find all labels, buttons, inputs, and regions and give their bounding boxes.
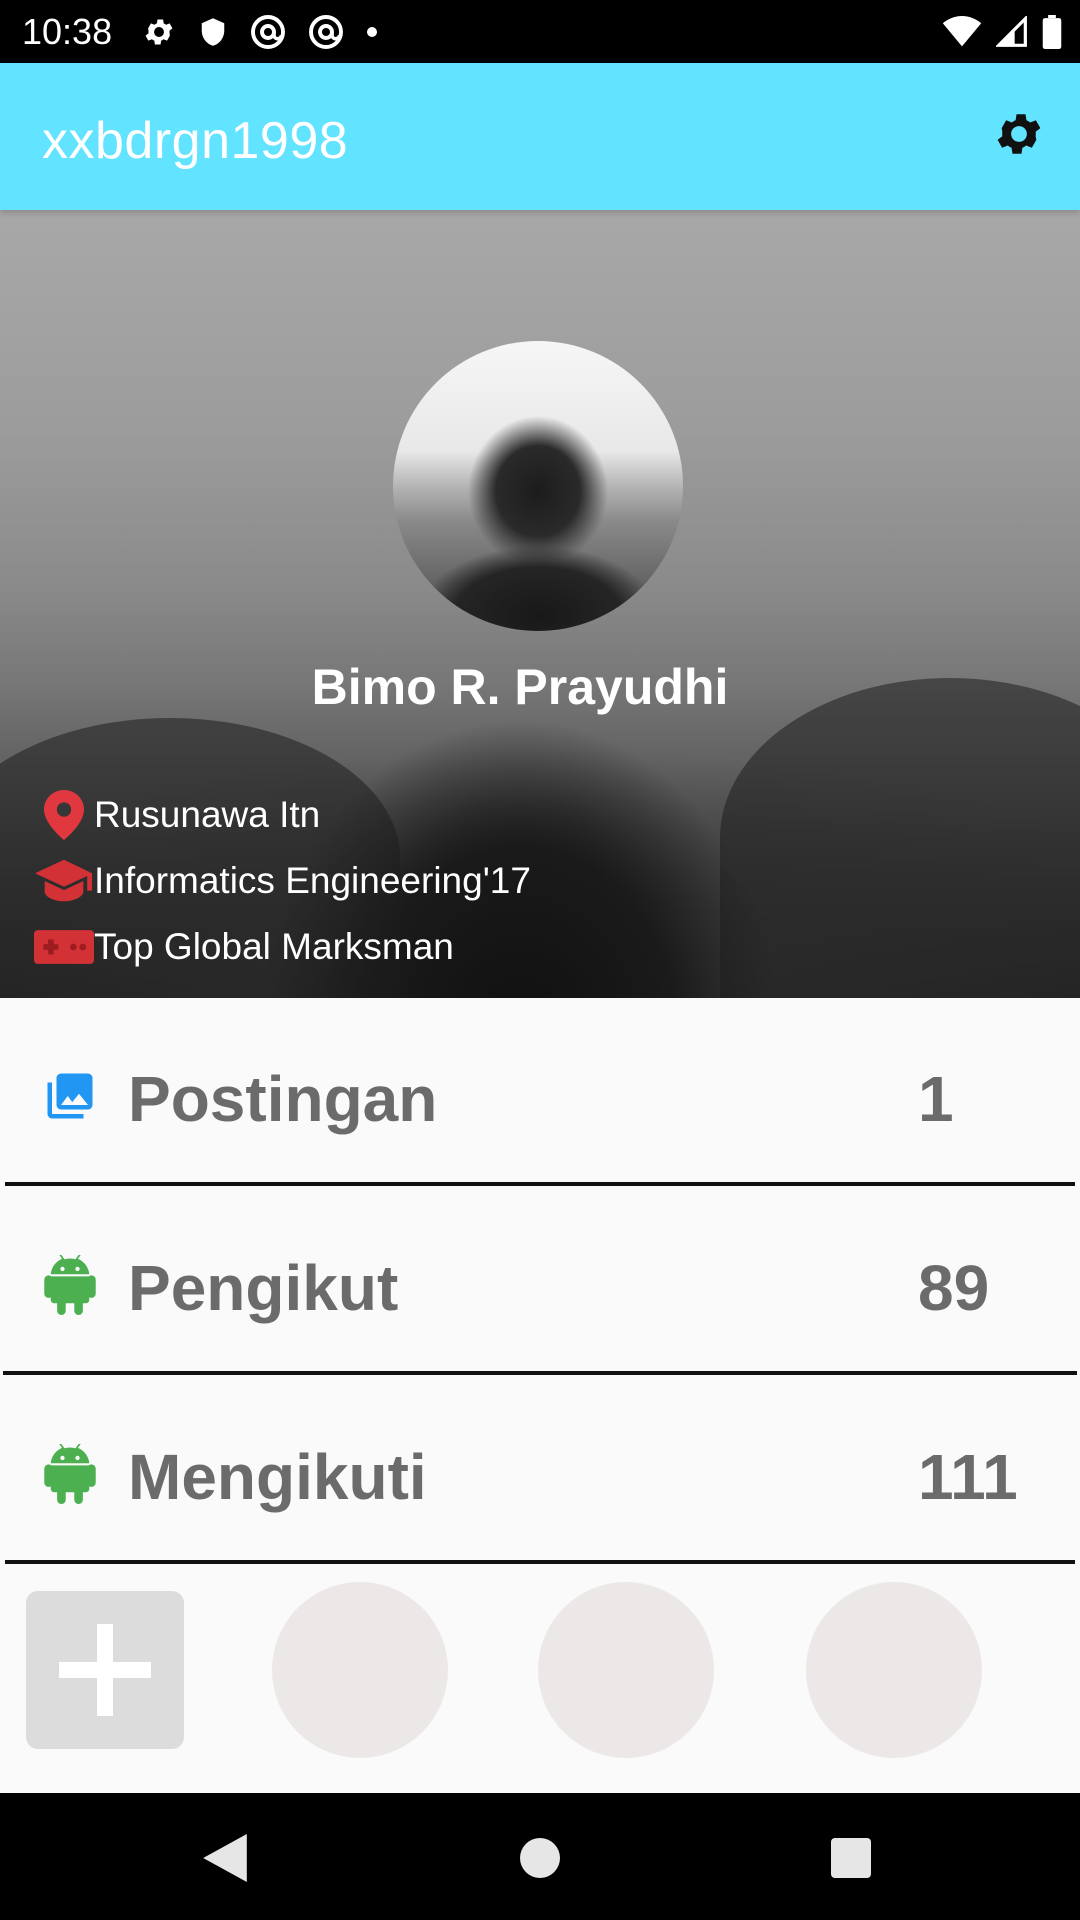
status-icons-right — [942, 13, 1062, 51]
stat-label-pengikut: Pengikut — [128, 1252, 399, 1324]
image-icon — [42, 1066, 98, 1126]
at-sign-icon — [309, 15, 343, 49]
android-icon — [42, 1444, 98, 1504]
home-icon — [520, 1838, 560, 1878]
info-education: Informatics Engineering'17 — [34, 853, 531, 909]
gamepad-icon — [34, 919, 94, 975]
location-pin-icon — [34, 787, 94, 843]
stat-row-pengikut[interactable]: Pengikut 89 — [0, 1187, 1080, 1375]
info-location-text: Rusunawa Itn — [94, 794, 321, 835]
info-location: Rusunawa Itn — [34, 787, 320, 843]
graduation-cap-icon — [34, 853, 94, 909]
stat-label-mengikuti: Mengikuti — [128, 1441, 427, 1513]
stat-value-pengikut: 89 — [918, 1252, 990, 1324]
stat-label-postingan: Postingan — [128, 1063, 438, 1135]
info-achievement: Top Global Marksman — [34, 919, 454, 975]
stat-row-postingan[interactable]: Postingan 1 — [0, 998, 1080, 1186]
add-post-button[interactable] — [26, 1591, 184, 1749]
info-achievement-text: Top Global Marksman — [94, 926, 454, 967]
thumbnail-placeholder[interactable] — [806, 1582, 982, 1758]
status-time: 10:38 — [22, 11, 113, 52]
recents-icon — [831, 1838, 871, 1878]
shield-icon — [201, 18, 225, 46]
stat-value-postingan: 1 — [918, 1063, 954, 1135]
gear-icon — [145, 19, 173, 45]
profile-header-photo: Bimo R. Prayudhi Rusunawa Itn Informatic… — [0, 210, 1080, 998]
divider — [5, 1560, 1075, 1564]
dot-icon — [367, 27, 377, 37]
nav-recents-button[interactable] — [816, 1823, 886, 1893]
cell-signal-icon — [996, 16, 1027, 47]
stat-value-mengikuti: 111 — [918, 1441, 1018, 1513]
android-icon — [42, 1255, 98, 1315]
status-icons-left — [142, 13, 378, 51]
settings-button[interactable] — [988, 103, 1050, 165]
divider — [5, 1182, 1075, 1186]
wifi-icon — [942, 16, 982, 47]
profile-avatar[interactable] — [393, 341, 683, 631]
info-education-text: Informatics Engineering'17 — [94, 860, 531, 901]
app-bar: xxbdrgn1998 — [0, 63, 1080, 210]
nav-back-button[interactable] — [190, 1823, 260, 1893]
app-title: xxbdrgn1998 — [42, 112, 349, 170]
status-bar: 10:38 — [0, 0, 1080, 63]
stat-row-mengikuti[interactable]: Mengikuti 111 — [0, 1376, 1080, 1564]
gear-icon — [997, 114, 1041, 154]
nav-home-button[interactable] — [505, 1823, 575, 1893]
divider — [3, 1371, 1077, 1375]
back-icon — [203, 1834, 247, 1882]
at-sign-icon — [251, 15, 285, 49]
thumbnail-placeholder[interactable] — [538, 1582, 714, 1758]
profile-name: Bimo R. Prayudhi — [311, 659, 729, 715]
header-foliage-right — [720, 678, 1080, 998]
thumbnail-placeholder[interactable] — [272, 1582, 448, 1758]
battery-icon — [1042, 15, 1062, 49]
system-nav-bar — [0, 1793, 1080, 1920]
